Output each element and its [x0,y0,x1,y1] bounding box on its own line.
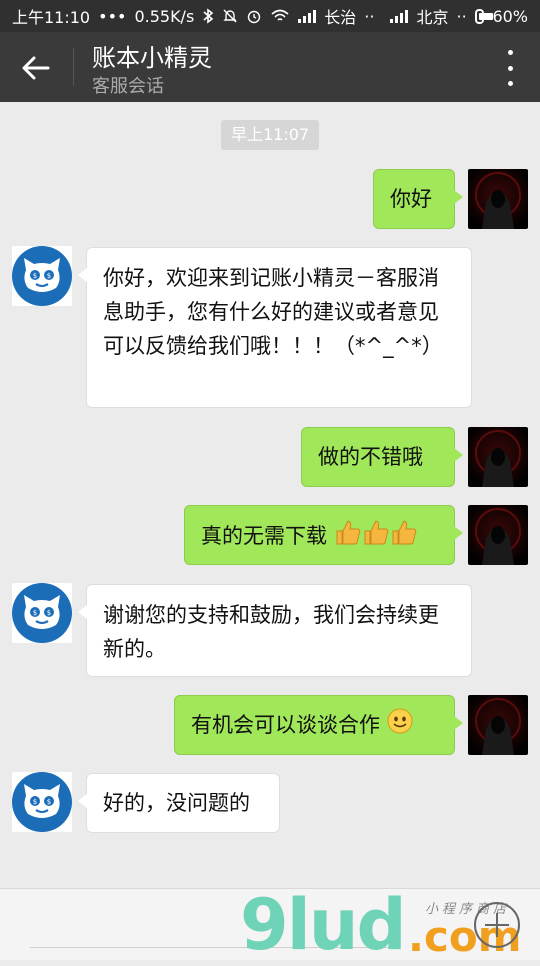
message-text: 真的无需下载 [201,524,327,548]
cat-mascot-icon: $ $ [12,583,72,643]
carrier-dots-icon-2: ·· [456,6,467,26]
signal-icon [298,9,317,23]
hooded-figure-icon [475,430,521,487]
plus-circle-icon[interactable] [474,902,520,948]
net-speed: 0.55K/s [134,6,195,26]
user-avatar[interactable] [468,505,528,565]
message-bubble-bot[interactable]: 谢谢您的支持和鼓励，我们会持续更新的。 [78,584,472,677]
hooded-figure-icon [475,508,521,565]
message-bubble-user[interactable]: 你好 [373,169,463,229]
status-time: 上午11:10 [12,8,91,27]
message-text: 做的不错哦 [318,445,423,469]
status-bar: 上午11:10 ••• 0.55K/s 长治 ·· 北京 ·· 60% [0,0,540,32]
user-avatar[interactable] [468,427,528,487]
message-text: 有机会可以谈谈合作 [191,713,380,737]
chat-subtitle: 客服会话 [92,76,164,97]
message-text: 好的，没问题的 [103,791,250,815]
bot-avatar[interactable]: $ $ [12,583,72,643]
battery-icon [474,8,494,24]
more-menu-button[interactable] [502,50,518,86]
message-bubble-bot[interactable]: 好的，没问题的 [78,773,280,833]
message-text: 你好 [390,187,432,211]
chat-title: 账本小精灵 [92,44,212,72]
time-stamp: 早上11:07 [221,120,320,150]
message-text: 你好，欢迎来到记账小精灵－客服消息助手，您有什么好的建议或者意见可以反馈给我们哦… [103,266,443,358]
carrier-dots-icon: ·· [364,6,375,26]
alarm-icon [246,8,262,24]
message-bubble-bot[interactable]: 你好，欢迎来到记账小精灵－客服消息助手，您有什么好的建议或者意见可以反馈给我们哦… [78,247,472,408]
user-avatar[interactable] [468,695,528,755]
svg-text:$: $ [33,798,37,806]
message-bubble-user[interactable]: 做的不错哦 [301,427,463,487]
message-text: 谢谢您的支持和鼓励，我们会持续更新的。 [103,603,439,661]
carrier-2: 北京 [416,8,449,27]
cat-mascot-icon: $ $ [12,246,72,306]
cat-mascot-icon: $ $ [12,772,72,832]
battery-percent: 60% [492,6,528,26]
svg-text:$: $ [47,798,51,806]
smile-icon [387,708,413,744]
arrow-left-icon [22,56,50,80]
svg-text:$: $ [33,272,37,280]
signal-icon-2 [390,9,409,23]
header-divider [73,48,74,86]
hooded-figure-icon [475,698,521,755]
wifi-icon [270,8,290,24]
bluetooth-icon [202,8,214,24]
hooded-figure-icon [475,172,521,229]
chat-header: 账本小精灵 客服会话 [0,32,540,102]
watermark-logo: 9lud [240,884,407,966]
message-bubble-user[interactable]: 有机会可以谈谈合作 [174,695,463,755]
bot-avatar[interactable]: $ $ [12,772,72,832]
carrier-1: 长治 [324,8,357,27]
thumbs-up-icon [334,518,418,556]
svg-text:$: $ [33,609,37,617]
message-bubble-user[interactable]: 真的无需下载 [184,505,463,565]
bot-avatar[interactable]: $ $ [12,246,72,306]
user-avatar[interactable] [468,169,528,229]
svg-text:$: $ [47,609,51,617]
svg-text:$: $ [47,272,51,280]
more-vertical-icon [507,50,513,55]
more-dots-icon: ••• [98,6,127,26]
back-button[interactable] [18,50,54,86]
mute-icon [222,8,238,24]
